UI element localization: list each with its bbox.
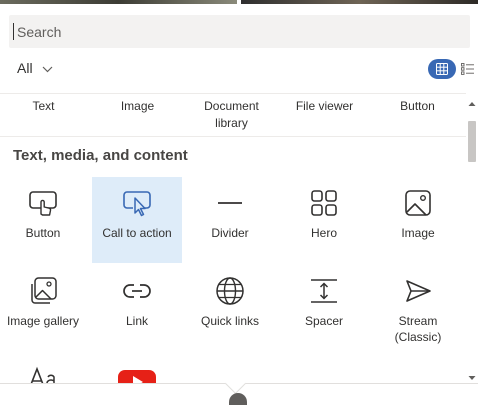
tile-label: Hero <box>310 226 337 240</box>
background-photo-strip <box>0 0 478 4</box>
hero-icon <box>308 187 340 219</box>
featured-webparts-row: Text Image Document library File viewer … <box>0 93 466 137</box>
call-to-action-icon <box>121 187 153 219</box>
scroll-down-arrow-icon[interactable] <box>468 369 476 380</box>
image-gallery-icon <box>27 275 59 307</box>
tile-label: Link <box>125 314 148 328</box>
tile-image[interactable]: Image <box>373 177 463 263</box>
tile-text-partial[interactable] <box>0 353 88 383</box>
webpart-document-library[interactable]: Document library <box>185 98 278 132</box>
tile-label: Image gallery <box>6 314 80 328</box>
tile-label: Image <box>401 226 435 240</box>
tile-divider[interactable]: Divider <box>185 177 275 263</box>
webpart-file-viewer[interactable]: File viewer <box>278 98 371 115</box>
tile-label: Spacer <box>304 314 344 328</box>
view-toggle <box>428 59 475 79</box>
link-icon <box>121 275 153 307</box>
spacer-icon <box>308 275 340 307</box>
webpart-text[interactable]: Text <box>0 98 90 115</box>
tile-label: Quick links <box>200 314 259 328</box>
tile-label: Divider <box>211 226 249 240</box>
vertical-scrollbar[interactable] <box>466 93 478 383</box>
tile-label: Stream (Classic) <box>394 314 442 344</box>
category-filter-dropdown[interactable]: All <box>17 58 53 78</box>
tile-spacer[interactable]: Spacer <box>279 265 369 351</box>
text-icon <box>27 363 59 383</box>
tile-link[interactable]: Link <box>92 265 182 351</box>
globe-icon <box>214 275 246 307</box>
tile-label: Button <box>25 226 61 240</box>
list-view-button[interactable] <box>459 59 475 79</box>
text-cursor <box>13 23 14 40</box>
youtube-icon <box>118 363 156 383</box>
search-input[interactable] <box>9 15 465 48</box>
add-webpart-marker <box>229 393 247 405</box>
scrollbar-thumb[interactable] <box>468 121 476 162</box>
section-title: Text, media, and content <box>13 147 188 164</box>
divider-icon <box>214 187 246 219</box>
grid-view-button[interactable] <box>428 59 456 79</box>
scroll-up-arrow-icon[interactable] <box>468 95 476 106</box>
tile-image-gallery[interactable]: Image gallery <box>0 265 88 351</box>
tile-youtube-partial[interactable] <box>92 353 182 383</box>
tile-button[interactable]: Button <box>0 177 88 263</box>
list-icon <box>460 63 474 75</box>
tile-quick-links[interactable]: Quick links <box>185 265 275 351</box>
filter-label: All <box>17 60 33 76</box>
tile-call-to-action[interactable]: Call to action <box>92 177 182 263</box>
webpart-image[interactable]: Image <box>91 98 184 115</box>
stream-icon <box>402 275 434 307</box>
grid-icon <box>436 63 448 75</box>
tile-label: Call to action <box>102 226 172 240</box>
search-box[interactable] <box>9 15 470 48</box>
webpart-button[interactable]: Button <box>371 98 464 115</box>
image-icon <box>402 187 434 219</box>
button-icon <box>27 187 59 219</box>
tile-hero[interactable]: Hero <box>279 177 369 263</box>
tile-stream-classic[interactable]: Stream (Classic) <box>373 265 463 351</box>
chevron-down-icon <box>42 60 53 76</box>
